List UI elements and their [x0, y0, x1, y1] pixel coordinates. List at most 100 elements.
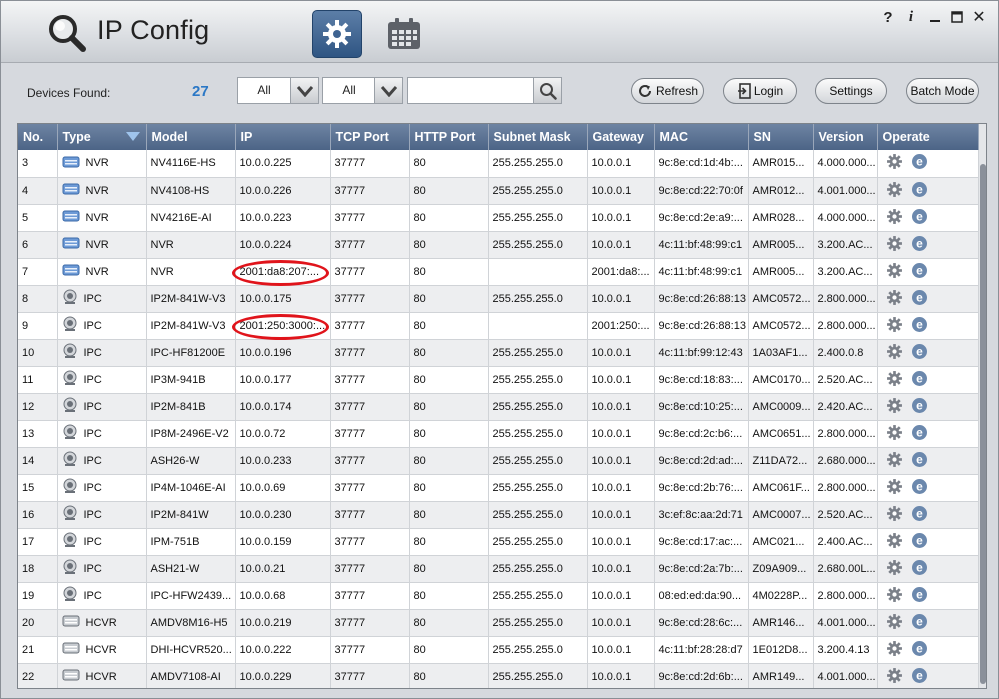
- open-web-browser-icon[interactable]: e: [911, 532, 928, 552]
- minimize-button[interactable]: [927, 7, 943, 27]
- edit-settings-gear-icon[interactable]: [886, 181, 903, 201]
- column-header-type[interactable]: Type: [57, 124, 147, 150]
- open-web-browser-icon[interactable]: e: [911, 559, 928, 579]
- edit-settings-gear-icon[interactable]: [886, 559, 903, 579]
- edit-settings-gear-icon[interactable]: [886, 532, 903, 552]
- search-input[interactable]: [407, 77, 534, 104]
- column-header-subnet-mask[interactable]: Subnet Mask: [488, 124, 588, 150]
- table-row[interactable]: 7 NVR NVR 2001:da8:207:... 37777 80 2001:da8:.…: [18, 258, 979, 286]
- type-filter-dropdown[interactable]: All: [237, 77, 319, 104]
- column-header-mac[interactable]: MAC: [654, 124, 749, 150]
- table-row[interactable]: 11 IPC IP3M-941B 10.0.0.177 37777 80 255.255.2…: [18, 366, 979, 394]
- edit-settings-gear-icon[interactable]: [886, 640, 903, 660]
- cell-gw: 10.0.0.1: [587, 339, 655, 367]
- svg-text:e: e: [916, 344, 923, 358]
- edit-settings-gear-icon[interactable]: [886, 235, 903, 255]
- open-web-browser-icon[interactable]: e: [911, 640, 928, 660]
- table-row[interactable]: 19 IPC IPC-HFW2439... 10.0.0.68 37777 80 255.2…: [18, 582, 979, 610]
- edit-settings-gear-icon[interactable]: [886, 208, 903, 228]
- close-button[interactable]: ✕: [970, 7, 988, 27]
- open-web-browser-icon[interactable]: e: [911, 424, 928, 444]
- table-row[interactable]: 15 IPC IP4M-1046E-AI 10.0.0.69 37777 80 255.25…: [18, 474, 979, 502]
- cell-sn: AMR028...: [748, 204, 814, 232]
- settings-button[interactable]: Settings: [815, 78, 887, 104]
- config-tab-button[interactable]: [312, 10, 362, 58]
- table-row[interactable]: 6 NVR NVR 10.0.0.224 37777 80 255.255.255.0 10.…: [18, 231, 979, 259]
- column-header-no[interactable]: No.: [18, 124, 58, 150]
- edit-settings-gear-icon[interactable]: [886, 262, 903, 282]
- type-filter-toggle[interactable]: [290, 78, 318, 103]
- column-header-model[interactable]: Model: [146, 124, 236, 150]
- table-row[interactable]: 20 HCVR AMDV8M16-H5 10.0.0.219 37777 80 255.25…: [18, 609, 979, 637]
- open-web-browser-icon[interactable]: e: [911, 586, 928, 606]
- edit-settings-gear-icon[interactable]: [886, 613, 903, 633]
- column-header-sn[interactable]: SN: [748, 124, 814, 150]
- edit-settings-gear-icon[interactable]: [886, 343, 903, 363]
- open-web-browser-icon[interactable]: e: [911, 370, 928, 390]
- open-web-browser-icon[interactable]: e: [911, 478, 928, 498]
- table-row[interactable]: 21 HCVR DHI-HCVR520... 10.0.0.222 37777 80 255…: [18, 636, 979, 664]
- open-web-browser-icon[interactable]: e: [911, 153, 928, 173]
- column-header-http-port[interactable]: HTTP Port: [409, 124, 489, 150]
- open-web-browser-icon[interactable]: e: [911, 208, 928, 228]
- table-row[interactable]: 16 IPC IP2M-841W 10.0.0.230 37777 80 255.255.2…: [18, 501, 979, 529]
- open-web-browser-icon[interactable]: e: [911, 613, 928, 633]
- device-grid: No. Type Model IP TCP Port HTTP Port Sub…: [18, 124, 979, 688]
- table-row[interactable]: 14 IPC ASH26-W 10.0.0.233 37777 80 255.255.255…: [18, 447, 979, 475]
- edit-settings-gear-icon[interactable]: [886, 370, 903, 390]
- table-row[interactable]: 4 NVR NV4108-HS 10.0.0.226 37777 80 255.255.25…: [18, 177, 979, 205]
- open-web-browser-icon[interactable]: e: [911, 343, 928, 363]
- open-web-browser-icon[interactable]: e: [911, 451, 928, 471]
- edit-settings-gear-icon[interactable]: [886, 586, 903, 606]
- open-web-browser-icon[interactable]: e: [911, 667, 928, 687]
- open-web-browser-icon[interactable]: e: [911, 397, 928, 417]
- edit-settings-gear-icon[interactable]: [886, 505, 903, 525]
- maximize-button[interactable]: [949, 7, 965, 27]
- edit-settings-gear-icon[interactable]: [886, 153, 903, 173]
- cell-ver: 2.520.AC...: [813, 366, 878, 394]
- open-web-browser-icon[interactable]: e: [911, 316, 928, 336]
- search-button[interactable]: [533, 77, 562, 104]
- field-filter-toggle[interactable]: [374, 78, 402, 103]
- svg-text:e: e: [916, 479, 923, 493]
- open-web-browser-icon[interactable]: e: [911, 181, 928, 201]
- edit-settings-gear-icon[interactable]: [886, 667, 903, 687]
- table-row[interactable]: 12 IPC IP2M-841B 10.0.0.174 37777 80 255.255.2…: [18, 393, 979, 421]
- table-row[interactable]: 8 IPC IP2M-841W-V3 10.0.0.175 37777 80 255.255…: [18, 285, 979, 313]
- login-button[interactable]: Login: [723, 78, 797, 104]
- table-row[interactable]: 3 NVR NV4116E-HS 10.0.0.225 37777 80 255.255.2…: [18, 150, 979, 178]
- column-header-tcp-port[interactable]: TCP Port: [330, 124, 410, 150]
- info-button[interactable]: i: [904, 7, 918, 27]
- table-row[interactable]: 13 IPC IP8M-2496E-V2 10.0.0.72 37777 80 255.25…: [18, 420, 979, 448]
- cell-mac: 4c:11:bf:28:28:d7: [654, 636, 749, 664]
- table-row[interactable]: 18 IPC ASH21-W 10.0.0.21 37777 80 255.255.255.…: [18, 555, 979, 583]
- column-header-version[interactable]: Version: [813, 124, 878, 150]
- cell-sn: Z11DA72...: [748, 447, 814, 475]
- column-header-ip[interactable]: IP: [235, 124, 331, 150]
- table-row[interactable]: 17 IPC IPM-751B 10.0.0.159 37777 80 255.255.25…: [18, 528, 979, 556]
- open-web-browser-icon[interactable]: e: [911, 235, 928, 255]
- cell-http: 80: [409, 582, 489, 610]
- help-button[interactable]: ?: [881, 7, 895, 27]
- field-filter-dropdown[interactable]: All: [322, 77, 403, 104]
- calendar-tab-button[interactable]: [382, 12, 426, 56]
- open-web-browser-icon[interactable]: e: [911, 289, 928, 309]
- scrollbar-thumb[interactable]: [980, 164, 986, 684]
- table-row[interactable]: 5 NVR NV4216E-AI 10.0.0.223 37777 80 255.255.2…: [18, 204, 979, 232]
- edit-settings-gear-icon[interactable]: [886, 316, 903, 336]
- edit-settings-gear-icon[interactable]: [886, 478, 903, 498]
- table-row[interactable]: 22 HCVR AMDV7108-AI 10.0.0.229 37777 80 255.25…: [18, 663, 979, 688]
- open-web-browser-icon[interactable]: e: [911, 505, 928, 525]
- table-row[interactable]: 10 IPC IPC-HF81200E 10.0.0.196 37777 80 255.25…: [18, 339, 979, 367]
- open-web-browser-icon[interactable]: e: [911, 262, 928, 282]
- table-scrollbar[interactable]: [979, 124, 986, 688]
- edit-settings-gear-icon[interactable]: [886, 397, 903, 417]
- edit-settings-gear-icon[interactable]: [886, 424, 903, 444]
- cell-ver: 2.800.000...: [813, 582, 878, 610]
- edit-settings-gear-icon[interactable]: [886, 289, 903, 309]
- edit-settings-gear-icon[interactable]: [886, 451, 903, 471]
- refresh-button[interactable]: Refresh: [631, 78, 704, 104]
- column-header-gateway[interactable]: Gateway: [587, 124, 655, 150]
- table-row[interactable]: 9 IPC IP2M-841W-V3 2001:250:3000:... 37777 80…: [18, 312, 979, 340]
- batch-mode-button[interactable]: Batch Mode: [906, 78, 979, 104]
